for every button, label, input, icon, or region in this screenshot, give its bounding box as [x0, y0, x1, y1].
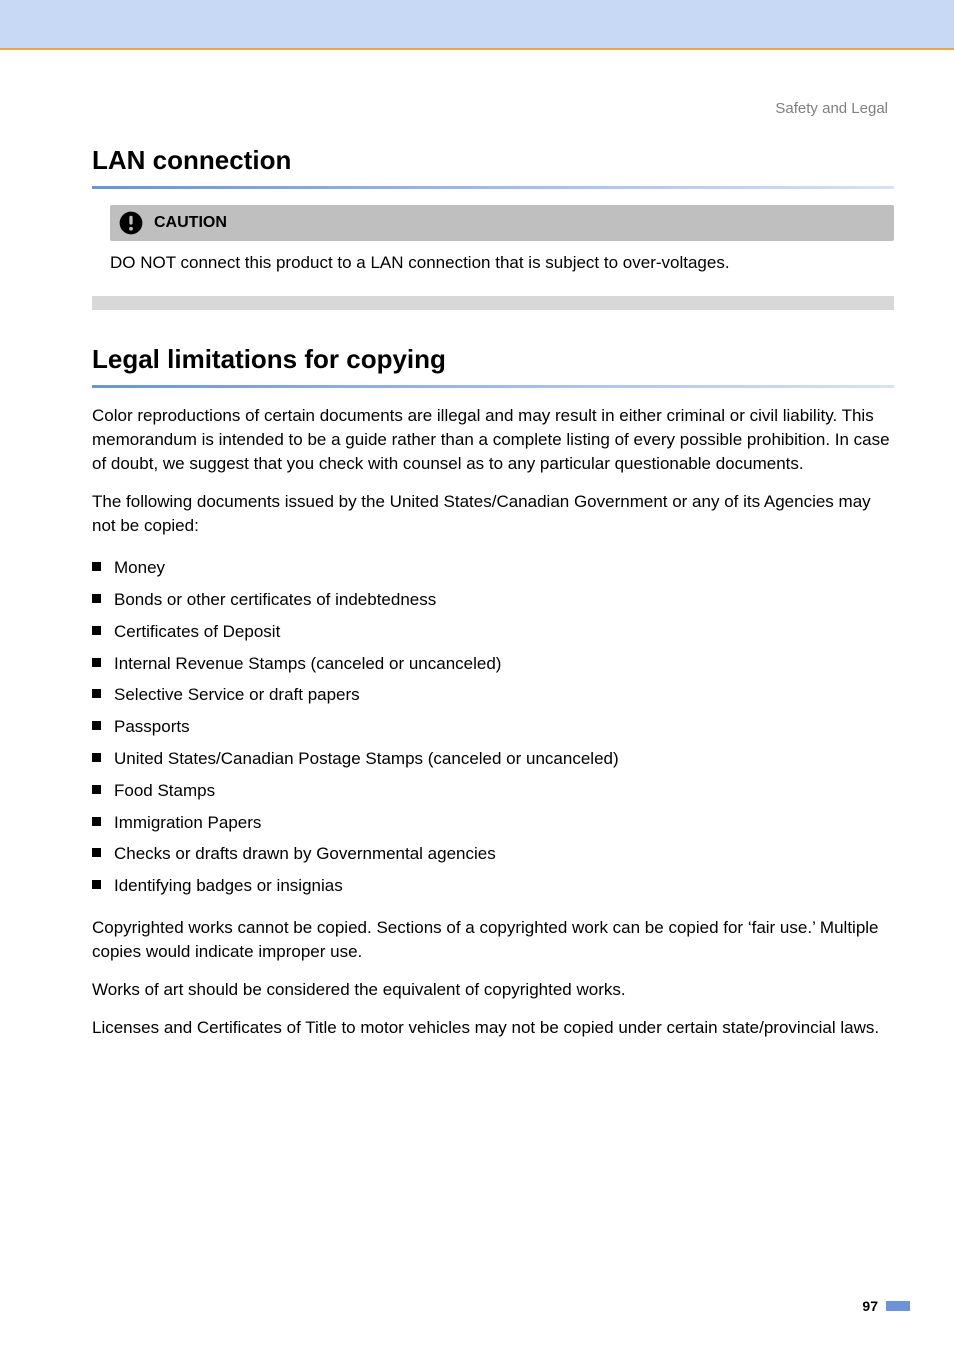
list-item: Certificates of Deposit	[92, 616, 894, 648]
list-item: Immigration Papers	[92, 807, 894, 839]
heading-rule	[92, 385, 894, 388]
page-number: 97	[862, 1298, 910, 1314]
caution-bar: CAUTION	[110, 205, 894, 241]
breadcrumb: Safety and Legal	[92, 100, 888, 117]
caution-end-bar	[92, 296, 894, 310]
list-item: United States/Canadian Postage Stamps (c…	[92, 743, 894, 775]
list-item: Bonds or other certificates of indebtedn…	[92, 584, 894, 616]
legal-para2: The following documents issued by the Un…	[92, 490, 894, 538]
legal-intro: Color reproductions of certain documents…	[92, 404, 894, 476]
legal-para4: Works of art should be considered the eq…	[92, 978, 894, 1002]
caution-label: CAUTION	[154, 214, 227, 232]
lan-heading: LAN connection	[92, 145, 894, 176]
page-number-value: 97	[862, 1298, 878, 1314]
list-item: Food Stamps	[92, 775, 894, 807]
legal-list: Money Bonds or other certificates of ind…	[92, 552, 894, 902]
legal-heading: Legal limitations for copying	[92, 344, 894, 375]
legal-para3: Copyrighted works cannot be copied. Sect…	[92, 916, 894, 964]
list-item: Money	[92, 552, 894, 584]
list-item: Checks or drafts drawn by Governmental a…	[92, 838, 894, 870]
top-banner	[0, 0, 954, 48]
page-number-accent	[886, 1301, 910, 1311]
section-lan: LAN connection CAUTION DO NOT connect th…	[92, 145, 894, 310]
legal-para5: Licenses and Certificates of Title to mo…	[92, 1016, 894, 1040]
list-item: Identifying badges or insignias	[92, 870, 894, 902]
section-legal: Legal limitations for copying Color repr…	[92, 344, 894, 1041]
list-item: Internal Revenue Stamps (canceled or unc…	[92, 648, 894, 680]
heading-rule	[92, 186, 894, 189]
list-item: Passports	[92, 711, 894, 743]
caution-text: DO NOT connect this product to a LAN con…	[110, 251, 894, 276]
caution-icon	[118, 210, 144, 236]
list-item: Selective Service or draft papers	[92, 679, 894, 711]
